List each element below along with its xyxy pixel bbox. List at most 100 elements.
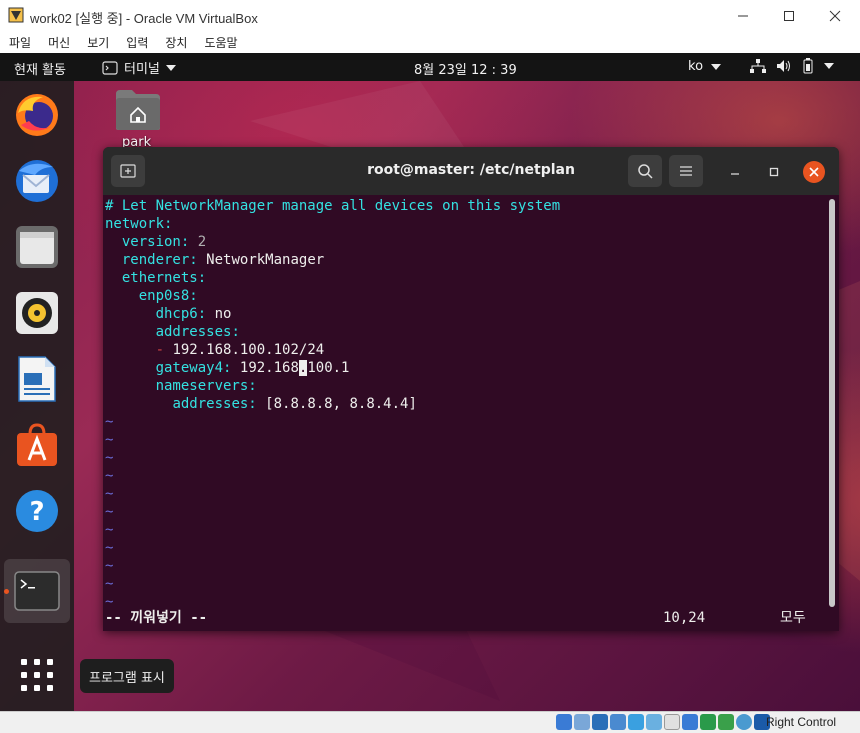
show-applications-button[interactable] bbox=[13, 651, 61, 699]
yaml-key: addresses bbox=[172, 396, 249, 412]
yaml-line-nameservers: nameservers: bbox=[155, 378, 257, 394]
dock-files[interactable] bbox=[13, 223, 61, 271]
ubuntu-dock: ? bbox=[0, 81, 74, 711]
yaml-key: ethernets bbox=[121, 270, 198, 286]
yaml-line-gateway4: gateway4: 192.168.100.1 bbox=[155, 360, 350, 376]
mouse-integration-icon[interactable] bbox=[736, 714, 752, 730]
terminal-window[interactable]: root@master: /etc/netplan # Let NetworkM… bbox=[103, 147, 839, 631]
empty-line-tilde: ~ bbox=[105, 522, 114, 538]
empty-line-tilde: ~ bbox=[105, 414, 114, 430]
menu-devices[interactable]: 장치 bbox=[156, 32, 195, 54]
yaml-key: network bbox=[105, 216, 165, 232]
guest-additions-icon[interactable] bbox=[718, 714, 734, 730]
yaml-value: 2 bbox=[197, 234, 207, 250]
chevron-down-icon bbox=[824, 63, 834, 69]
vbox-statusbar: Right Control bbox=[0, 711, 860, 733]
yaml-line-ethernets: ethernets: bbox=[121, 270, 207, 286]
yaml-line-addresses: addresses: bbox=[155, 324, 240, 340]
empty-line-tilde: ~ bbox=[105, 486, 114, 502]
vbox-window-title: work02 [실행 중] - Oracle VM VirtualBox bbox=[30, 11, 258, 26]
clock[interactable]: 8월 23일 12 : 39 bbox=[414, 59, 517, 78]
yaml-key: gateway4 bbox=[155, 360, 224, 376]
minimize-icon bbox=[731, 173, 739, 175]
hamburger-icon bbox=[680, 166, 692, 176]
yaml-key: addresses bbox=[155, 324, 232, 340]
virtualbox-icon bbox=[8, 7, 24, 23]
close-icon bbox=[809, 167, 819, 177]
empty-line-tilde: ~ bbox=[105, 558, 114, 574]
menu-input[interactable]: 입력 bbox=[117, 32, 156, 54]
hamburger-menu-button[interactable] bbox=[669, 155, 703, 187]
terminal-maximize-button[interactable] bbox=[763, 161, 785, 183]
display-icon[interactable] bbox=[664, 714, 680, 730]
yaml-key: version bbox=[121, 234, 181, 250]
shared-folder-icon[interactable] bbox=[646, 714, 662, 730]
empty-line-tilde: ~ bbox=[105, 432, 114, 448]
dock-rhythmbox[interactable] bbox=[13, 289, 61, 337]
home-folder-icon[interactable] bbox=[114, 88, 162, 132]
menu-help[interactable]: 도움말 bbox=[195, 32, 245, 54]
vbox-titlebar[interactable]: work02 [실행 중] - Oracle VM VirtualBox bbox=[0, 0, 860, 32]
input-method[interactable]: ko bbox=[688, 59, 722, 74]
terminal-content[interactable]: # Let NetworkManager manage all devices … bbox=[103, 195, 839, 631]
yaml-key: enp0s8 bbox=[138, 288, 190, 304]
app-menu[interactable]: 터미널 bbox=[102, 58, 176, 77]
comment-line: # Let NetworkManager manage all devices … bbox=[105, 198, 561, 214]
yaml-line-dhcp6: dhcp6: no bbox=[155, 306, 232, 322]
recording-icon[interactable] bbox=[682, 714, 698, 730]
firefox-icon bbox=[16, 94, 58, 136]
lang-label: ko bbox=[688, 59, 704, 74]
close-button[interactable] bbox=[812, 0, 858, 32]
activities-button[interactable]: 현재 활동 bbox=[14, 59, 66, 78]
chevron-down-icon bbox=[711, 63, 722, 70]
app-name: 터미널 bbox=[124, 62, 160, 77]
vim-statusline: -- 끼워넣기 -- 10,24 모두 bbox=[105, 609, 825, 627]
dock-thunderbird[interactable] bbox=[13, 157, 61, 205]
yaml-value: NetworkManager bbox=[206, 252, 325, 268]
maximize-button[interactable] bbox=[766, 0, 812, 32]
optical-drive-icon[interactable] bbox=[574, 714, 590, 730]
dock-software[interactable] bbox=[13, 421, 61, 469]
yaml-value: [8.8.8.8, 8.8.4.4] bbox=[265, 396, 417, 412]
writer-icon bbox=[18, 356, 56, 402]
yaml-dash: - bbox=[155, 342, 165, 358]
minimize-button[interactable] bbox=[720, 0, 766, 32]
yaml-key: nameservers bbox=[155, 378, 249, 394]
terminal-close-button[interactable] bbox=[803, 161, 825, 183]
running-indicator bbox=[4, 589, 9, 594]
terminal-headerbar[interactable]: root@master: /etc/netplan bbox=[103, 147, 839, 195]
volume-icon bbox=[777, 60, 790, 72]
search-icon bbox=[638, 164, 653, 179]
system-tray[interactable] bbox=[750, 58, 834, 74]
yaml-value: 192.168.100.102/24 bbox=[172, 342, 325, 358]
dock-help[interactable]: ? bbox=[13, 487, 61, 535]
menu-machine[interactable]: 머신 bbox=[39, 32, 78, 54]
hdd-icon[interactable] bbox=[556, 714, 572, 730]
yaml-line-enp0s8: enp0s8: bbox=[138, 288, 198, 304]
files-icon bbox=[16, 226, 58, 268]
terminal-minimize-button[interactable] bbox=[724, 161, 746, 183]
dock-terminal[interactable] bbox=[13, 567, 61, 615]
yaml-line-network: network: bbox=[105, 216, 173, 232]
dock-libreoffice-writer[interactable] bbox=[13, 355, 61, 403]
vbox-device-icons bbox=[556, 714, 770, 730]
cpu-icon[interactable] bbox=[700, 714, 716, 730]
scroll-position: 모두 bbox=[780, 610, 806, 626]
dock-firefox[interactable] bbox=[13, 91, 61, 139]
menu-file[interactable]: 파일 bbox=[0, 32, 39, 54]
yaml-value: 192.168 bbox=[239, 360, 299, 376]
search-button[interactable] bbox=[628, 155, 662, 187]
host-key-label: Right Control bbox=[766, 715, 837, 729]
empty-line-tilde: ~ bbox=[105, 450, 114, 466]
menu-view[interactable]: 보기 bbox=[78, 32, 117, 54]
close-icon bbox=[829, 10, 841, 22]
rhythmbox-icon bbox=[16, 292, 58, 334]
usb-icon[interactable] bbox=[628, 714, 644, 730]
yaml-value: no bbox=[214, 306, 232, 322]
network-adapter-icon[interactable] bbox=[610, 714, 626, 730]
chevron-down-icon bbox=[165, 64, 176, 71]
network-icon bbox=[750, 59, 766, 73]
terminal-scrollbar[interactable] bbox=[829, 199, 835, 607]
audio-icon[interactable] bbox=[592, 714, 608, 730]
vim-mode: -- 끼워넣기 -- bbox=[105, 610, 208, 626]
